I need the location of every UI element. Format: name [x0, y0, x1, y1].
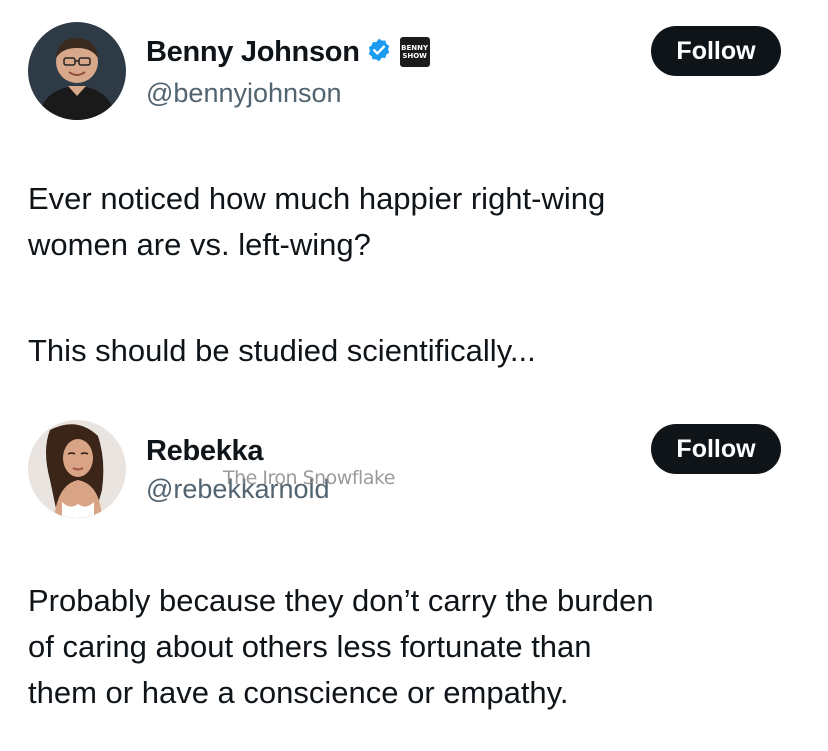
follow-button[interactable]: Follow	[651, 424, 781, 474]
verified-badge-icon	[366, 37, 392, 68]
watermark: The Iron Snowflake	[223, 467, 395, 489]
follow-button[interactable]: Follow	[651, 26, 781, 76]
display-name[interactable]: Rebekka	[146, 435, 264, 468]
tweet-text-line: of caring about others less fortunate th…	[28, 629, 592, 664]
tweet-benny-johnson: Benny Johnson BENNY SHOW @bennyjohnson F…	[0, 0, 828, 400]
tweet-rebekka: Rebekka @rebekkarnold The Iron Snowflake…	[0, 400, 828, 751]
tweet-text: Probably because they don’t carry the bu…	[28, 578, 654, 716]
name-row: Benny Johnson BENNY SHOW	[146, 34, 430, 70]
tweet-text: Ever noticed how much happier right-wing…	[28, 176, 605, 268]
tweet-text-line: Probably because they don’t carry the bu…	[28, 583, 654, 618]
avatar-benny-johnson[interactable]	[28, 22, 126, 120]
handle[interactable]: @bennyjohnson	[146, 78, 342, 109]
tweet-text-line: them or have a conscience or empathy.	[28, 675, 569, 710]
tweet-text-line: women are vs. left-wing?	[28, 227, 371, 262]
name-row: Rebekka	[146, 433, 264, 469]
display-name[interactable]: Benny Johnson	[146, 36, 360, 69]
affiliate-badge-icon: BENNY SHOW	[399, 37, 430, 67]
avatar-rebekka[interactable]	[28, 420, 126, 518]
tweet-text-paragraph: This should be studied scientifically...	[28, 333, 536, 368]
tweet-text-line: Ever noticed how much happier right-wing	[28, 181, 606, 216]
